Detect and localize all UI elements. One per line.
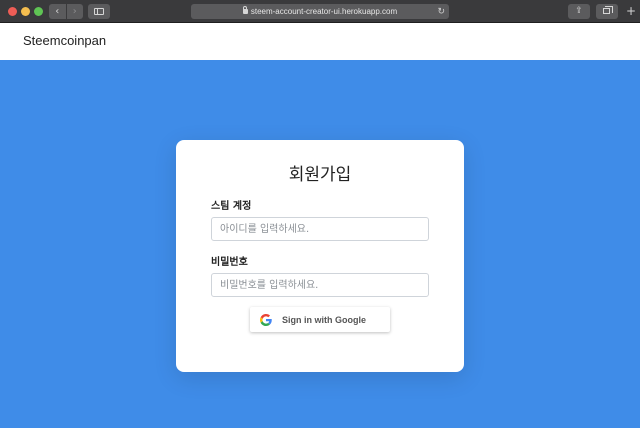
sidebar-toggle-button[interactable] bbox=[88, 4, 110, 19]
tabs-icon bbox=[603, 6, 613, 14]
google-signin-button[interactable]: Sign in with Google bbox=[250, 307, 390, 332]
lock-icon bbox=[242, 6, 248, 14]
signup-card: 회원가입 스팀 계정 비밀번호 Sign in with Google bbox=[176, 140, 464, 372]
address-bar-url: steem-account-creator-ui.herokuapp.com bbox=[250, 7, 398, 16]
minimize-window-button[interactable] bbox=[21, 7, 30, 16]
new-tab-button[interactable]: + bbox=[624, 4, 638, 19]
share-icon: ⇪ bbox=[575, 6, 583, 16]
sidebar-icon bbox=[94, 8, 104, 15]
google-signin-label: Sign in with Google bbox=[282, 314, 366, 325]
page-title: 회원가입 bbox=[288, 165, 352, 185]
back-button[interactable]: ‹ bbox=[49, 4, 66, 19]
history-nav: ‹ › bbox=[49, 4, 83, 19]
close-window-button[interactable] bbox=[8, 7, 17, 16]
account-label: 스팀 계정 bbox=[211, 201, 252, 212]
password-label: 비밀번호 bbox=[211, 257, 248, 268]
share-button[interactable]: ⇪ bbox=[568, 4, 590, 19]
plus-icon: + bbox=[625, 4, 637, 18]
google-g-icon bbox=[260, 313, 272, 326]
show-tabs-button[interactable] bbox=[596, 4, 618, 19]
browser-toolbar: ‹ › steem-account-creator-ui.herokuapp.c… bbox=[0, 0, 640, 23]
password-input[interactable] bbox=[211, 273, 429, 297]
address-bar[interactable]: steem-account-creator-ui.herokuapp.com ↻ bbox=[191, 4, 449, 19]
forward-button[interactable]: › bbox=[65, 4, 83, 19]
zoom-window-button[interactable] bbox=[34, 7, 43, 16]
brand-logo[interactable]: Steemcoinpan bbox=[23, 33, 106, 48]
reload-icon[interactable]: ↻ bbox=[437, 4, 445, 19]
site-header: Steemcoinpan bbox=[0, 23, 640, 60]
account-input[interactable] bbox=[211, 217, 429, 241]
